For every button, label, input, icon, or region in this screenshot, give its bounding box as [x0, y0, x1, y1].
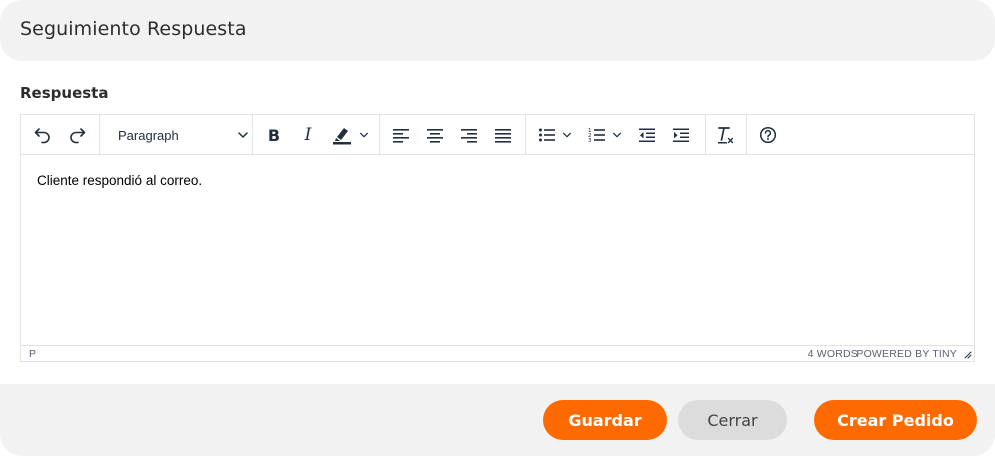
- chevron-down-icon: [562, 130, 572, 140]
- editor-paragraph: Cliente respondió al correo.: [37, 173, 203, 188]
- clear-formatting-group: [705, 115, 747, 154]
- highlight-icon: [331, 125, 355, 145]
- follow-up-dialog: Seguimiento Respuesta Respuesta Paragrap…: [0, 0, 995, 456]
- redo-icon: [67, 125, 87, 145]
- indent-button[interactable]: [667, 121, 695, 149]
- align-right-button[interactable]: [455, 121, 483, 149]
- word-count[interactable]: 4 WORDS: [808, 348, 858, 360]
- italic-icon: I: [304, 125, 312, 145]
- help-button[interactable]: [754, 121, 782, 149]
- align-justify-button[interactable]: [489, 121, 517, 149]
- editor-statusbar: P 4 WORDS POWERED BY TINY: [21, 345, 974, 362]
- highlight-color-button[interactable]: [328, 121, 372, 149]
- bold-icon: B: [267, 125, 281, 145]
- chevron-down-icon: [359, 130, 369, 140]
- chevron-down-icon: [237, 129, 249, 144]
- numbered-list-button[interactable]: 123: [583, 121, 627, 149]
- help-icon: [759, 126, 777, 144]
- redo-button[interactable]: [63, 121, 91, 149]
- rich-text-editor: Paragraph B I 1 2 3 Cliente respondió al…: [20, 114, 975, 362]
- bold-button[interactable]: B: [260, 121, 288, 149]
- create-order-button[interactable]: Crear Pedido: [814, 400, 977, 440]
- bullet-list-icon: [538, 127, 556, 143]
- undo-button[interactable]: [29, 121, 57, 149]
- list-group: 123: [525, 115, 706, 154]
- block-format-group: Paragraph: [99, 115, 253, 154]
- outdent-icon: [638, 127, 656, 143]
- editor-content-area[interactable]: Cliente respondió al correo.: [21, 155, 974, 345]
- numbered-list-icon: 123: [588, 127, 606, 143]
- element-path[interactable]: P: [29, 348, 36, 360]
- powered-by-link[interactable]: POWERED BY TINY: [856, 348, 957, 360]
- align-left-button[interactable]: [387, 121, 415, 149]
- bullet-list-button[interactable]: [533, 121, 577, 149]
- dialog-footer: Guardar Cerrar Crear Pedido: [0, 384, 995, 456]
- dialog-title: Seguimiento Respuesta: [20, 18, 247, 40]
- indent-icon: [672, 127, 690, 143]
- clear-formatting-button[interactable]: [711, 121, 739, 149]
- format-group: B I: [252, 115, 380, 154]
- align-center-button[interactable]: [421, 121, 449, 149]
- response-label: Respuesta: [20, 84, 109, 102]
- undo-icon: [33, 125, 53, 145]
- chevron-down-icon: [612, 130, 622, 140]
- alignment-group: [379, 115, 526, 154]
- resize-handle-icon[interactable]: [963, 350, 972, 362]
- align-center-icon: [426, 127, 444, 143]
- dialog-header: Seguimiento Respuesta: [0, 0, 995, 61]
- help-group: [746, 115, 791, 154]
- align-justify-icon: [494, 127, 512, 143]
- block-format-select[interactable]: Paragraph: [109, 121, 249, 149]
- align-left-icon: [392, 127, 410, 143]
- history-group: [21, 115, 100, 154]
- italic-button[interactable]: I: [294, 121, 322, 149]
- outdent-button[interactable]: [633, 121, 661, 149]
- close-button[interactable]: Cerrar: [678, 400, 787, 440]
- clear-formatting-icon: [715, 125, 735, 145]
- align-right-icon: [460, 127, 478, 143]
- svg-text:3: 3: [588, 138, 592, 143]
- block-format-value: Paragraph: [118, 127, 179, 143]
- editor-toolbar: Paragraph B I 1 2 3: [21, 115, 974, 155]
- save-button[interactable]: Guardar: [543, 400, 667, 440]
